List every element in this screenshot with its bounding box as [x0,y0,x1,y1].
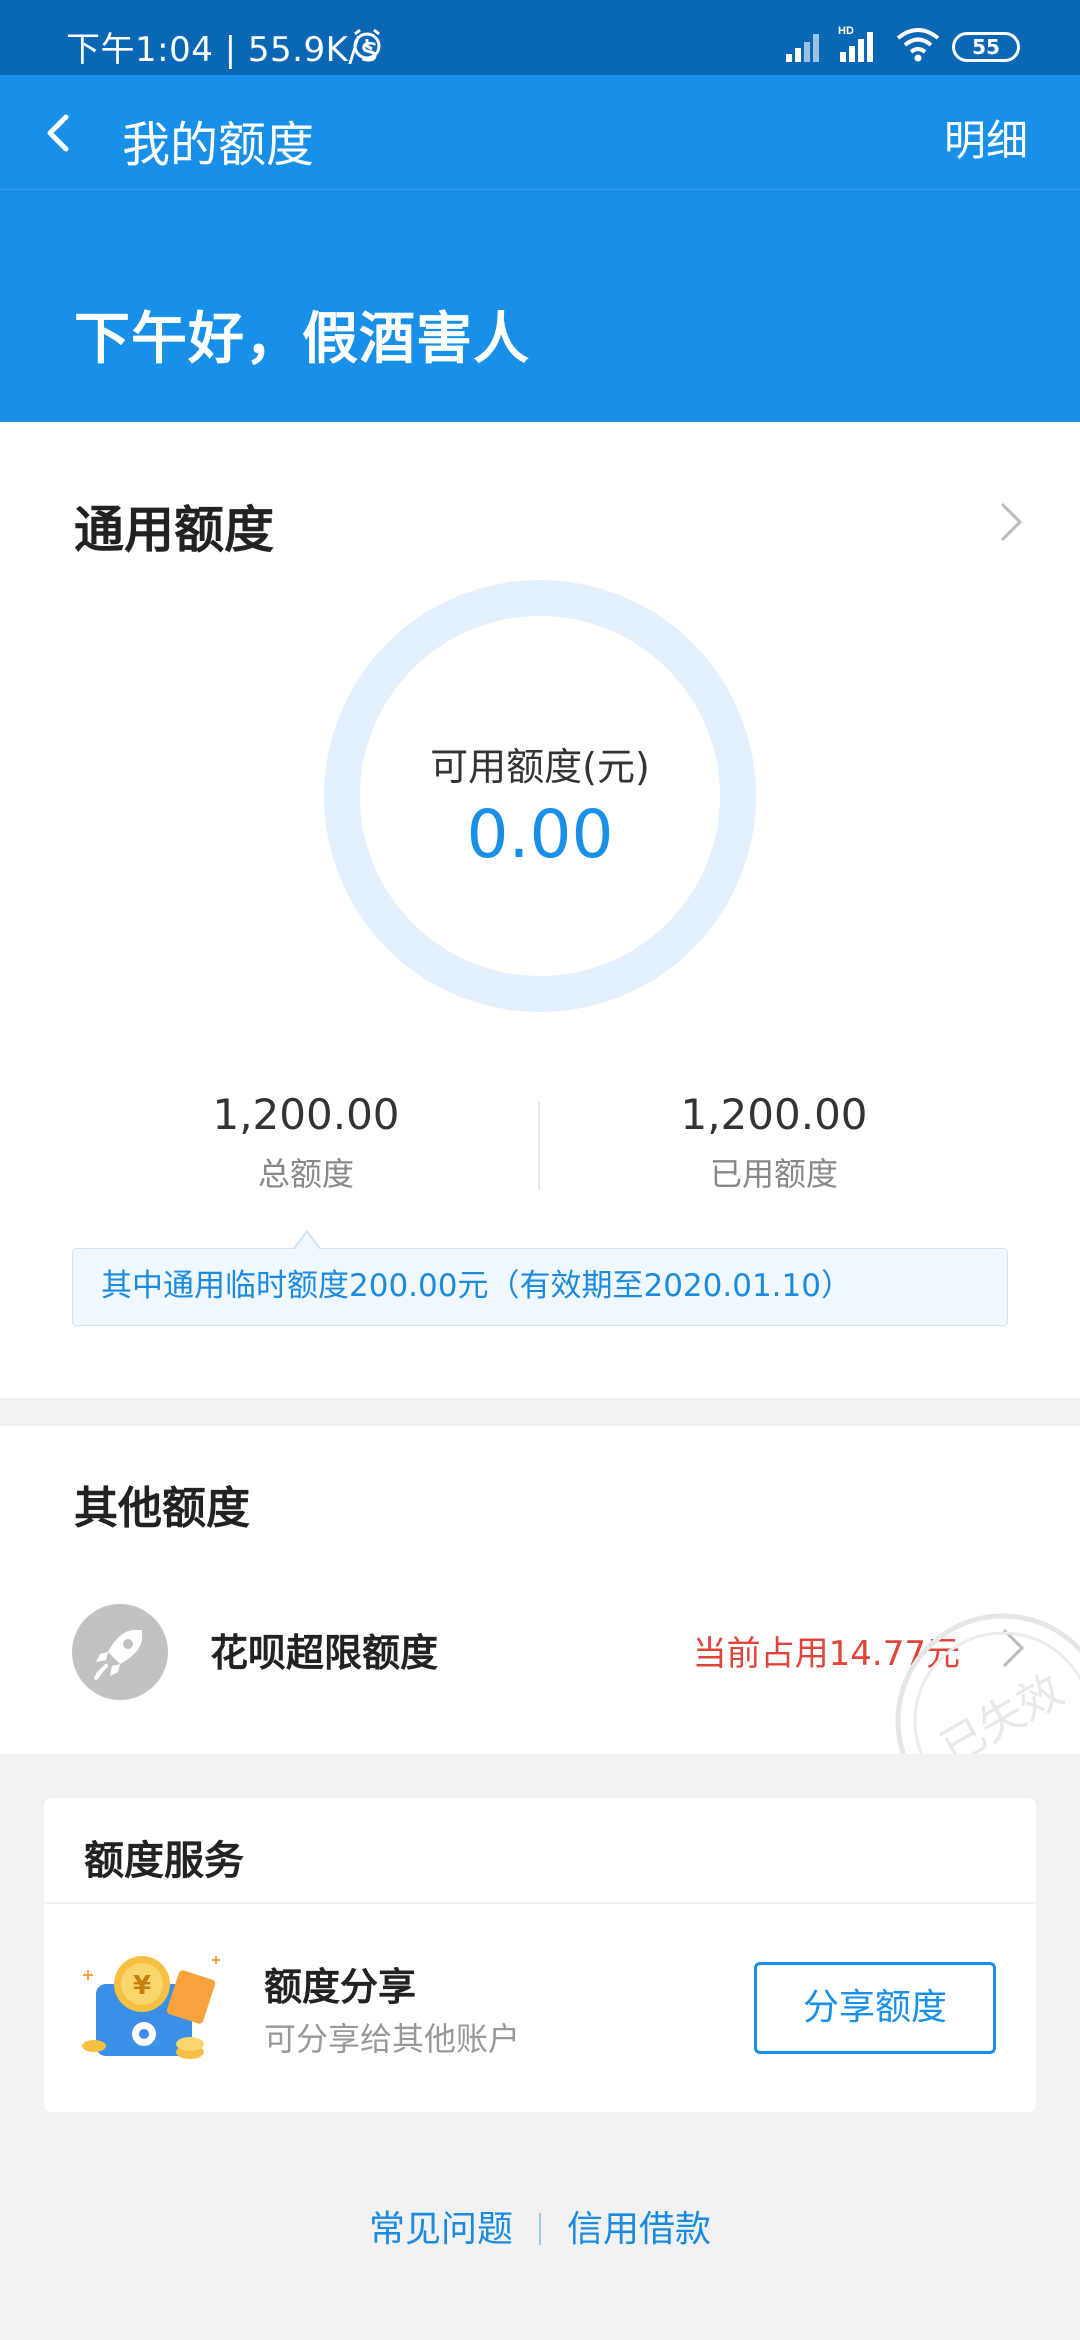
quota-share-desc: 可分享给其他账户 [264,2020,521,2058]
used-quota-value: 1,200.00 [680,1090,868,1139]
quota-share-name: 额度分享 [264,1965,417,2009]
total-quota: 1,200.00 总额度 [106,1090,506,1195]
stat-divider [538,1102,540,1190]
footer-separator [539,2213,541,2245]
page-title: 我的额度 [122,117,315,173]
available-quota-ring: 可用额度(元) 0.00 [324,580,756,1012]
quota-service-card: 额度服务 ¥ 额度分享 可分享给其他账户 分享额度 [44,1798,1036,2112]
overlimit-quota-name[interactable]: 花呗超限额度 [210,1622,438,1677]
detail-link[interactable]: 明细 [944,107,1028,168]
status-time: 下午1:04 | 55.9K/s [66,30,379,70]
used-quota: 1,200.00 已用额度 [574,1090,974,1195]
quota-service-title: 额度服务 [84,1838,244,1884]
alarm-icon [353,28,381,60]
used-quota-label: 已用额度 [709,1155,838,1193]
battery-icon: 55 [952,32,1020,62]
temporary-quota-note: 其中通用临时额度200.00元（有效期至2020.01.10） [72,1230,1008,1326]
share-quota-button[interactable]: 分享额度 [754,1962,996,2054]
nav-bar: 我的额度 明细 [0,75,1080,190]
other-quota-card: 其他额度 花呗超限额度 当前占用14.77元 已失效 [0,1426,1080,1754]
general-quota-card: 通用额度 可用额度(元) 0.00 1,200.00 总额度 1,200.00 … [0,422,1080,1398]
signal-icon [786,34,819,62]
expired-stamp-text: 已失效 [932,1665,1072,1754]
svg-text:¥: ¥ [133,1971,151,2001]
faq-link[interactable]: 常见问题 [369,2209,513,2250]
total-quota-value: 1,200.00 [212,1090,400,1139]
available-quota-value: 0.00 [466,796,614,873]
back-arrow-icon[interactable] [40,113,80,153]
chevron-right-icon[interactable] [998,500,1024,544]
footer-links: 常见问题 信用借款 [0,2200,1080,2252]
signal-hd-icon: HD [838,25,873,62]
greeting-text: 下午好，假酒害人 [74,307,530,372]
available-quota-label: 可用额度(元) [430,745,650,789]
divider [44,1902,1036,1904]
expired-stamp-icon: 已失效 [895,1613,1080,1754]
wallet-coin-icon: ¥ [82,1956,220,2059]
wifi-icon [896,28,940,62]
total-quota-label: 总额度 [257,1155,354,1193]
general-quota-title[interactable]: 通用额度 [74,490,274,562]
credit-loan-link[interactable]: 信用借款 [567,2209,711,2250]
status-bar: 下午1:04 | 55.9K/s HD 55 [0,0,1080,75]
greeting-banner: 下午好，假酒害人 [0,190,1080,422]
rocket-icon [72,1604,168,1700]
other-quota-title: 其他额度 [74,1483,250,1534]
svg-text:HD: HD [838,25,854,37]
